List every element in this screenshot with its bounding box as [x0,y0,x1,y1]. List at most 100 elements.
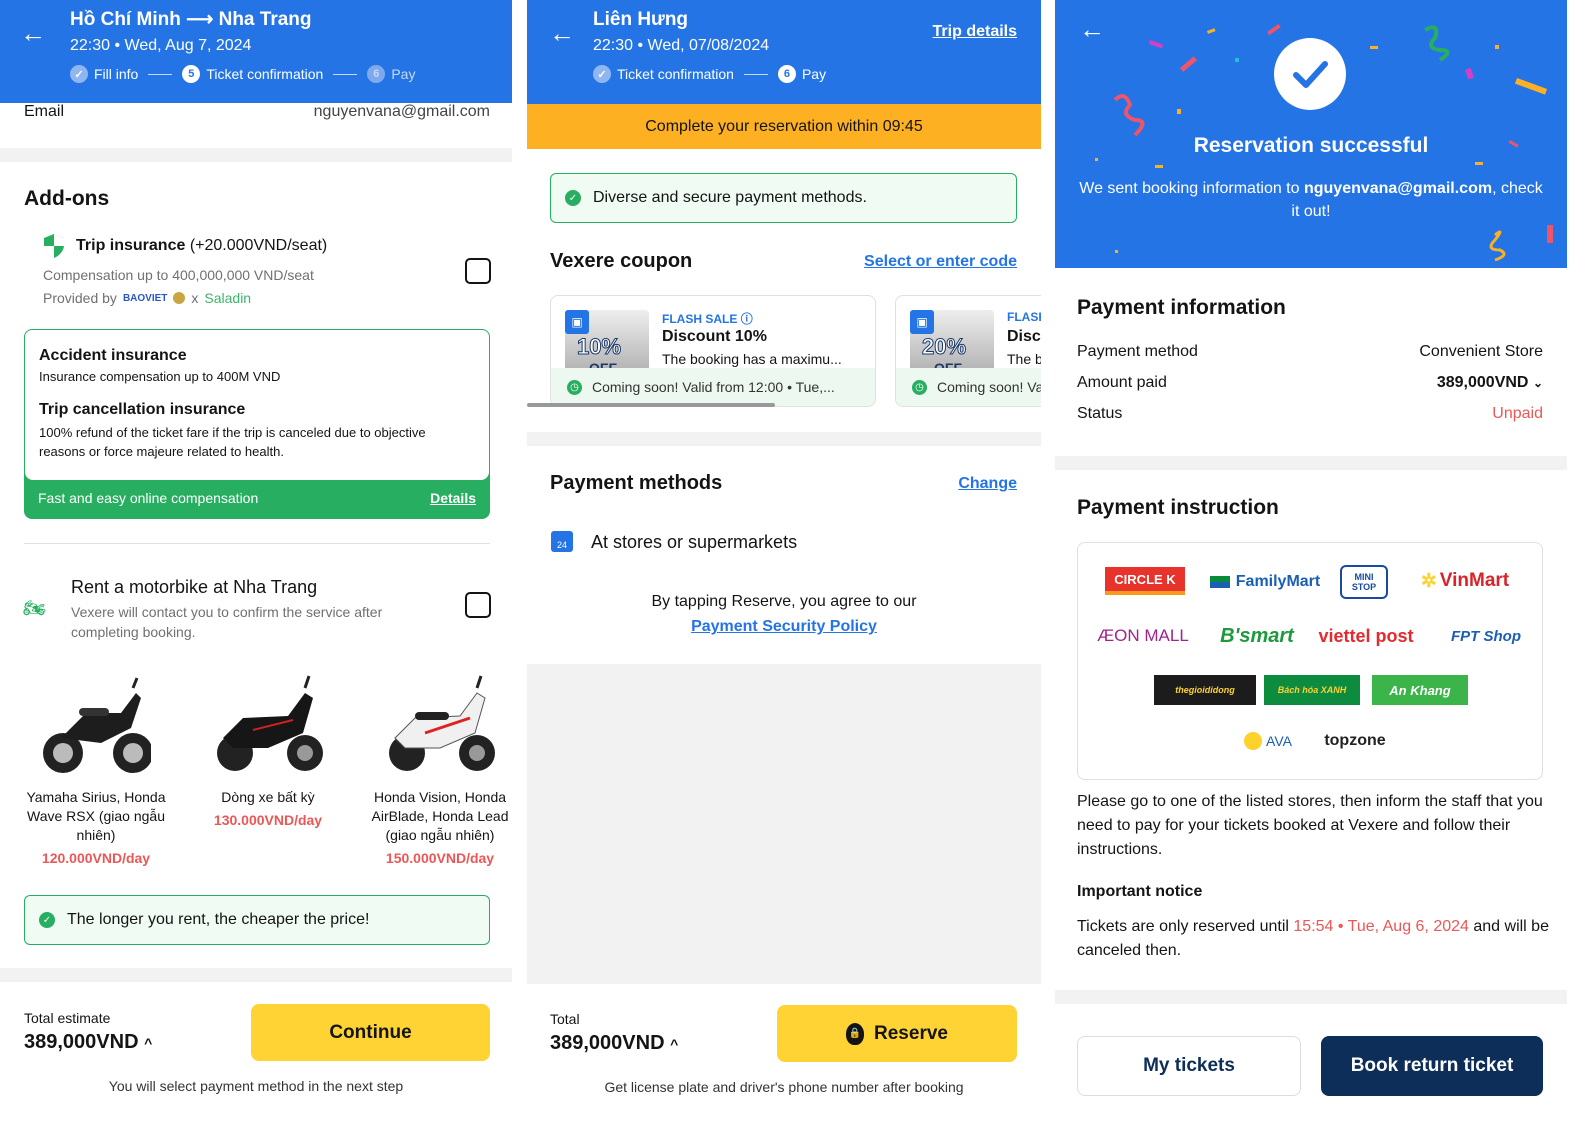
familymart-text: FamilyMart [1235,573,1321,590]
empty-area [527,664,1041,984]
stepper: ✓ Ticket confirmation 6 Pay [593,65,1041,83]
flash-sale-tag: FLASH SALE ⓘ [662,310,753,327]
rent-promo-text: The longer you rent, the cheaper the pri… [67,911,370,928]
countdown-banner: Complete your reservation within 09:45 [527,104,1041,149]
provided-by-label: Provided by [43,290,117,306]
shield-icon [42,233,66,259]
bike-name: Yamaha Sirius, Honda Wave RSX (giao ngẫu… [26,789,166,843]
info-icon[interactable]: ⓘ [741,312,753,326]
msg-email: nguyenvana@gmail.com [1303,180,1493,197]
success-message: We sent booking information to nguyenvan… [1075,177,1547,223]
back-arrow-icon[interactable]: ← [1079,14,1105,45]
bike-name: Honda Vision, Honda AirBlade, Honda Lead… [371,789,509,843]
coupon-card[interactable]: ▣ 10% OFF FLASH SALE ⓘ Discount 10% The … [550,295,876,407]
info-label: Status [1077,405,1123,422]
change-method-link[interactable]: Change [958,475,1017,493]
total-amount[interactable]: 389,000VND ^ [24,1031,152,1054]
success-title: Reservation successful [1193,134,1429,157]
coupon-desc: The booking has a maximu... [1007,351,1041,367]
step-done-icon: ✓ [593,65,611,83]
back-arrow-icon[interactable]: ← [20,18,46,49]
saladin-logo: Saladin [204,290,252,306]
step-label: Fill info [94,66,139,82]
notice-prefix: Tickets are only reserved until [1077,918,1294,935]
payment-method-value: At stores or supermarkets [591,532,798,552]
section-divider [1055,990,1567,1004]
continue-button[interactable]: Continue [251,1004,490,1061]
details-link[interactable]: Details [430,490,476,506]
back-arrow-icon[interactable]: ← [549,18,575,49]
screen-ticket-confirmation: ← Hồ Chí Minh ⟶ Nha Trang 22:30 • Wed, A… [0,0,512,1125]
coupon-title-text: Discount 20% [1007,328,1041,345]
bike-option[interactable]: Yamaha Sirius, Honda Wave RSX (giao ngẫu… [18,668,174,868]
motorbike-checkbox[interactable] [465,592,491,618]
total-label: Total estimate [24,1010,111,1026]
insurance-card-body: Accident insurance Insurance compensatio… [25,330,489,480]
total-amount[interactable]: 389,000VND ^ [550,1032,678,1055]
book-return-ticket-button[interactable]: Book return ticket [1321,1036,1543,1096]
payment-policy-link[interactable]: Payment Security Policy [691,618,877,635]
ministop-logo: MINI STOP [1340,565,1388,599]
trip-insurance-checkbox[interactable] [465,258,491,284]
payment-methods-title: Payment methods [550,472,723,494]
insurance-card-footer: Fast and easy online compensation Detail… [25,480,489,516]
viettelpost-logo: viettel post [1318,625,1414,646]
select-code-link[interactable]: Select or enter code [864,253,1017,271]
info-row: Amount paid 389,000VND ⌄ [1077,374,1543,392]
payment-info-title: Payment information [1077,296,1286,319]
chevron-up-icon: ^ [670,1036,679,1052]
trip-time: 22:30 • Wed, Aug 7, 2024 [70,37,252,54]
motorbike-image [213,668,323,780]
coupon-card[interactable]: ▣ 20% OFF FLASH SALE Discount 20% The bo… [895,295,1041,407]
total-value: 389,000VND [550,1032,665,1054]
footer-note: You will select payment method in the ne… [108,1078,404,1094]
secure-text: Diverse and secure payment methods. [593,189,867,206]
reserve-button[interactable]: 🔒 Reserve [777,1005,1017,1062]
flash-sale-label: FLASH SALE [662,312,738,326]
ava-text: AVA [1266,733,1292,749]
bike-option[interactable]: Honda Vision, Honda AirBlade, Honda Lead… [362,668,512,868]
coupon-status-text: Coming soon! Valid from 12:00 • Tue,... [592,379,835,395]
bike-name: Dòng xe bất kỳ [221,789,315,805]
cancel-desc: 100% refund of the ticket fare if the tr… [39,425,426,459]
vinmart-logo: ✲ VinMart [1410,569,1520,593]
coupon-desc: The booking has a maximu... [662,351,842,367]
insurance-provider: Provided by BAOVIET x Saladin [43,290,251,306]
baoviet-globe-icon [173,292,186,304]
bike-price: 130.000VND/day [213,812,323,828]
amount-paid-toggle[interactable]: 389,000VND ⌄ [1437,374,1543,392]
bus-icon: ▣ [565,310,589,334]
check-shield-icon: ✓ [565,190,581,206]
motorbike-icon: 🏍 [23,598,46,618]
trip-insurance-title: Trip insurance (+20.000VND/seat) [76,237,327,255]
my-tickets-button[interactable]: My tickets [1077,1036,1301,1096]
info-row: Status Unpaid [1077,405,1543,423]
aeon-mall-logo: ÆON MALL [1097,626,1189,645]
divider [24,543,490,544]
info-value: 389,000VND [1436,374,1529,391]
chevron-up-icon: ^ [144,1035,153,1051]
instruction-text: Please go to one of the listed stores, t… [1077,793,1543,858]
circlek-logo: CIRCLE K [1105,567,1185,595]
step-divider [333,73,358,75]
bike-option[interactable]: Dòng xe bất kỳ 130.000VND/day [190,668,346,830]
total-label: Total [550,1011,580,1027]
screen-pay: ← Liên Hưng 22:30 • Wed, 07/08/2024 ✓ Ti… [527,0,1041,1125]
rent-promo-banner: ✓ The longer you rent, the cheaper the p… [24,895,490,945]
stepper: ✓ Fill info 5 Ticket confirmation 6 Pay [70,65,512,83]
coupon-percent: 20% [921,334,967,360]
step-divider [743,73,768,75]
motorbike-image [41,668,153,780]
agree-text: By tapping Reserve, you agree to our [651,593,917,610]
coupon-scrollbar[interactable] [527,403,775,407]
bsmart-logo: B'smart [1220,624,1294,647]
vinmart-star-icon: ✲ [1420,570,1437,592]
section-divider [0,968,512,982]
topzone-logo: topzone [1324,732,1386,749]
check-shield-icon: ✓ [39,912,55,928]
success-check-icon [1274,38,1346,110]
step-number: 6 [777,65,796,83]
email-row: Email nguyenvana@gmail.com [0,103,512,145]
coupon-title: Vexere coupon [550,250,693,272]
trip-details-link[interactable]: Trip details [933,23,1017,41]
